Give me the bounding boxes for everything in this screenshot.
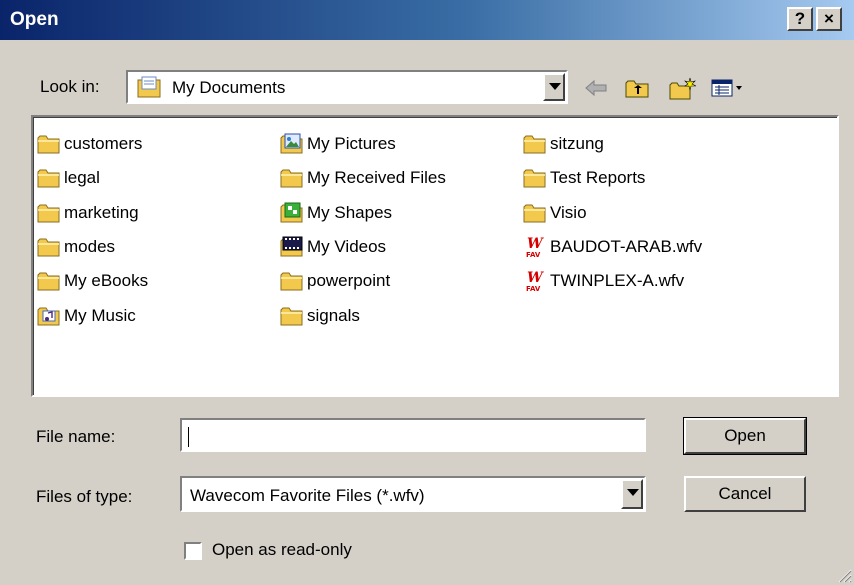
folder-icon [280,270,304,292]
wfv-file-icon: W FAV [526,270,544,292]
my-documents-icon [137,76,161,98]
folder-icon [37,133,61,155]
read-only-label: Open as read-only [212,540,352,559]
text-caret [188,427,189,447]
folder-icon [37,270,61,292]
music-folder-icon [37,307,60,326]
read-only-checkbox[interactable] [184,542,202,560]
list-item[interactable]: modes [37,234,115,260]
folder-icon [37,236,61,258]
list-item[interactable]: sitzung [523,131,604,157]
list-item[interactable]: legal [37,165,100,191]
close-button[interactable]: × [816,7,842,31]
svg-text:W: W [527,270,544,286]
open-button[interactable]: Open [683,417,807,455]
file-name-label: File name: [36,427,116,446]
files-of-type-label: Files of type: [36,487,133,506]
look-in-dropdown-arrow[interactable] [543,73,565,101]
folder-icon [280,305,304,327]
list-item[interactable]: My Videos [280,234,386,260]
file-list[interactable]: customers legal marketing modes My eBook… [31,115,839,397]
list-item[interactable]: My Pictures [280,131,396,157]
up-one-level-icon[interactable] [624,77,652,99]
create-new-folder-icon[interactable] [668,77,698,101]
folder-icon [523,202,547,224]
list-item[interactable]: My Shapes [280,200,392,226]
list-item[interactable]: Test Reports [523,165,645,191]
title-bar: Open ? × [0,0,854,40]
list-item[interactable]: customers [37,131,142,157]
folder-icon [37,202,61,224]
look-in-value: My Documents [172,78,286,97]
look-in-label: Look in: [40,77,100,96]
list-item[interactable]: My Music [37,303,136,329]
svg-text:FAV: FAV [526,251,541,258]
files-of-type-value: Wavecom Favorite Files (*.wfv) [190,486,425,505]
folder-icon [37,167,61,189]
help-button[interactable]: ? [787,7,813,31]
list-item[interactable]: My eBooks [37,268,148,294]
window-title: Open [10,9,59,30]
list-item[interactable]: Visio [523,200,587,226]
list-item[interactable]: marketing [37,200,139,226]
folder-icon [523,167,547,189]
wfv-file-icon: W FAV [526,236,544,258]
folder-icon [280,167,304,189]
videos-folder-icon [280,236,303,257]
svg-text:W: W [527,236,544,252]
view-menu-icon[interactable] [710,77,746,99]
folder-icon [523,133,547,155]
list-item[interactable]: My Received Files [280,165,446,191]
resize-grip-icon[interactable] [836,567,852,583]
list-item[interactable]: signals [280,303,360,329]
list-item[interactable]: powerpoint [280,268,390,294]
list-item[interactable]: W FAV BAUDOT-ARAB.wfv [523,234,702,260]
file-name-input[interactable] [180,418,646,452]
svg-text:FAV: FAV [526,285,541,292]
cancel-button[interactable]: Cancel [684,476,806,512]
look-in-combobox[interactable]: My Documents [126,70,568,104]
shapes-folder-icon [280,202,303,223]
files-of-type-dropdown-arrow[interactable] [621,479,643,509]
list-item[interactable]: W FAV TWINPLEX-A.wfv [523,268,684,294]
files-of-type-combobox[interactable]: Wavecom Favorite Files (*.wfv) [180,476,646,512]
pictures-folder-icon [280,133,303,154]
back-arrow-icon[interactable] [582,77,610,99]
